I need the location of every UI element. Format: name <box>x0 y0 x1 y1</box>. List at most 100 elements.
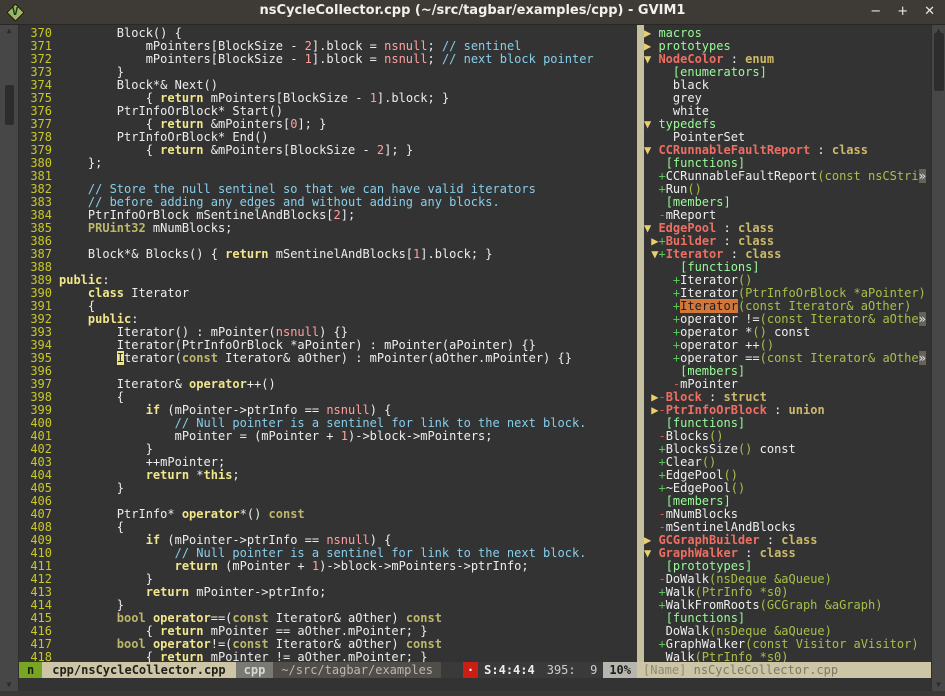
text-segment: mPointer != aOther.mPointer; } <box>204 650 428 662</box>
text-segment: [members] <box>680 364 745 378</box>
scroll-down-icon[interactable]: ▼ <box>0 681 18 689</box>
text-segment: operator <box>189 377 247 391</box>
text-segment: Run <box>666 182 688 196</box>
text-segment: nsnull <box>384 39 427 53</box>
text-segment: typedefs <box>658 117 716 131</box>
text-segment: GCGraphBuilder <box>658 533 759 547</box>
fold-arrow-icon[interactable]: ▶ <box>644 39 658 53</box>
mode-indicator: n <box>19 662 42 678</box>
text-segment <box>644 364 680 378</box>
text-segment: const <box>767 325 810 339</box>
code-line[interactable]: 405 } <box>19 482 637 495</box>
text-segment: CCRunnableFaultReport <box>658 143 810 157</box>
text-segment: operator <box>182 507 240 521</box>
window-separator[interactable] <box>637 25 644 662</box>
text-segment: { <box>59 143 160 157</box>
text-segment: CCRunnableFaultReport <box>666 169 818 183</box>
tagbar-panel[interactable]: ▶ macros▶ prototypes▼ NodeColor : enum [… <box>644 25 931 662</box>
tag-row[interactable]: Walk(PtrInfo *s0) <box>644 651 931 662</box>
text-segment: nsnull <box>276 325 319 339</box>
text-segment: : <box>724 247 746 261</box>
fold-arrow-icon[interactable]: ▶ <box>644 26 658 40</box>
text-segment: operator != <box>680 312 759 326</box>
text-segment <box>644 520 658 534</box>
code-line[interactable]: 379 { return &mPointers[BlockSize - 2]; … <box>19 144 637 157</box>
text-segment: : <box>810 143 832 157</box>
code-line[interactable]: 380 }; <box>19 157 637 170</box>
scroll-down-icon[interactable]: ▼ <box>932 681 945 689</box>
text-segment: enum <box>745 52 774 66</box>
text-segment: return <box>160 650 203 662</box>
text-segment: class <box>88 286 124 300</box>
text-segment: return <box>146 468 189 482</box>
fold-arrow-icon[interactable]: ▼ <box>644 52 658 66</box>
text-segment: 2 <box>305 39 312 53</box>
text-segment: ; <box>427 39 441 53</box>
left-scrollbar[interactable]: ▲ ▼ <box>0 25 19 691</box>
code-editor[interactable]: 370 Block() {371 mPointers[BlockSize - 2… <box>19 25 637 662</box>
code-line[interactable]: 390 class Iterator <box>19 287 637 300</box>
text-segment: (mPointer->ptrInfo == <box>160 533 326 547</box>
fold-arrow-icon[interactable]: ▼ <box>644 221 658 235</box>
maximize-button[interactable]: + <box>897 3 908 21</box>
right-scrollbar[interactable]: ▲ ▼ <box>931 25 945 691</box>
text-segment: class <box>832 143 868 157</box>
warning-flag: · <box>463 662 478 678</box>
text-segment <box>644 273 673 287</box>
text-segment: Iterator& aOther) <box>269 611 406 625</box>
code-line[interactable]: 385 PRUint32 mNumBlocks; <box>19 222 637 235</box>
text-segment <box>644 377 673 391</box>
fold-arrow-icon[interactable]: ▼ <box>644 546 658 560</box>
text-segment: (mPointer + <box>218 559 312 573</box>
fold-arrow-icon[interactable]: ▼ <box>644 117 658 131</box>
fold-arrow-icon[interactable]: ▶ <box>644 533 658 547</box>
text-segment: ].block; } <box>377 91 449 105</box>
text-segment: terator( <box>124 351 182 365</box>
text-segment: : <box>702 390 724 404</box>
text-segment: 2 <box>334 208 341 222</box>
text-segment <box>644 611 666 625</box>
text-segment: PtrInfoOrBlock* End() <box>59 130 269 144</box>
code-line[interactable]: 395 Iterator(const Iterator& aOther) : m… <box>19 352 637 365</box>
truncation-marker: » <box>919 169 926 183</box>
command-line[interactable] <box>19 678 931 691</box>
text-segment: } <box>59 598 124 612</box>
code-line[interactable]: 388 <box>19 261 637 274</box>
scroll-up-icon[interactable]: ▲ <box>0 27 18 35</box>
fold-arrow-icon[interactable]: ▼ <box>644 143 658 157</box>
right-scrollbar-thumb[interactable] <box>934 33 944 91</box>
text-segment: nsnull <box>326 533 369 547</box>
text-segment: mSentinelAndBlocks[ <box>269 247 414 261</box>
filename-segment: cpp/nsCycleCollector.cpp <box>42 662 235 678</box>
text-segment: (PtrInfo *s0) <box>695 585 789 599</box>
text-segment: + <box>658 234 665 248</box>
code-line[interactable]: 418 { return mPointer != aOther.mPointer… <box>19 651 637 662</box>
text-segment: + <box>658 182 665 196</box>
left-scrollbar-thumb[interactable] <box>5 85 14 125</box>
text-segment: DoWalk <box>644 624 709 638</box>
text-segment: mPointer->ptrInfo; <box>189 585 326 599</box>
text-segment: mPointers[BlockSize - <box>59 52 305 66</box>
text-segment <box>644 455 658 469</box>
minimize-button[interactable]: − <box>870 3 881 21</box>
text-segment: mSentinelAndBlocks <box>666 520 796 534</box>
text-segment: PtrInfoOrBlock <box>666 403 767 417</box>
text-segment: operator <box>153 611 211 625</box>
text-segment: - <box>658 572 665 586</box>
text-segment: bool <box>117 637 146 651</box>
text-segment: : <box>716 234 738 248</box>
text-segment: [prototypes] <box>666 559 753 573</box>
text-segment: * <box>189 468 203 482</box>
text-segment: { <box>59 299 95 313</box>
text-segment: { <box>59 390 124 404</box>
text-segment: ~EdgePool <box>666 481 731 495</box>
close-button[interactable]: ✕ <box>924 3 935 21</box>
code-line[interactable]: 387 Block*& Blocks() { return mSentinelA… <box>19 248 637 261</box>
text-segment: + <box>658 585 665 599</box>
text-segment: PtrInfo* <box>59 507 182 521</box>
text-segment: ].block = <box>312 52 384 66</box>
text-segment: const <box>232 637 268 651</box>
text-segment: PointerSet <box>644 130 745 144</box>
text-segment: ++mPointer; <box>59 455 225 469</box>
text-segment: + <box>658 637 665 651</box>
